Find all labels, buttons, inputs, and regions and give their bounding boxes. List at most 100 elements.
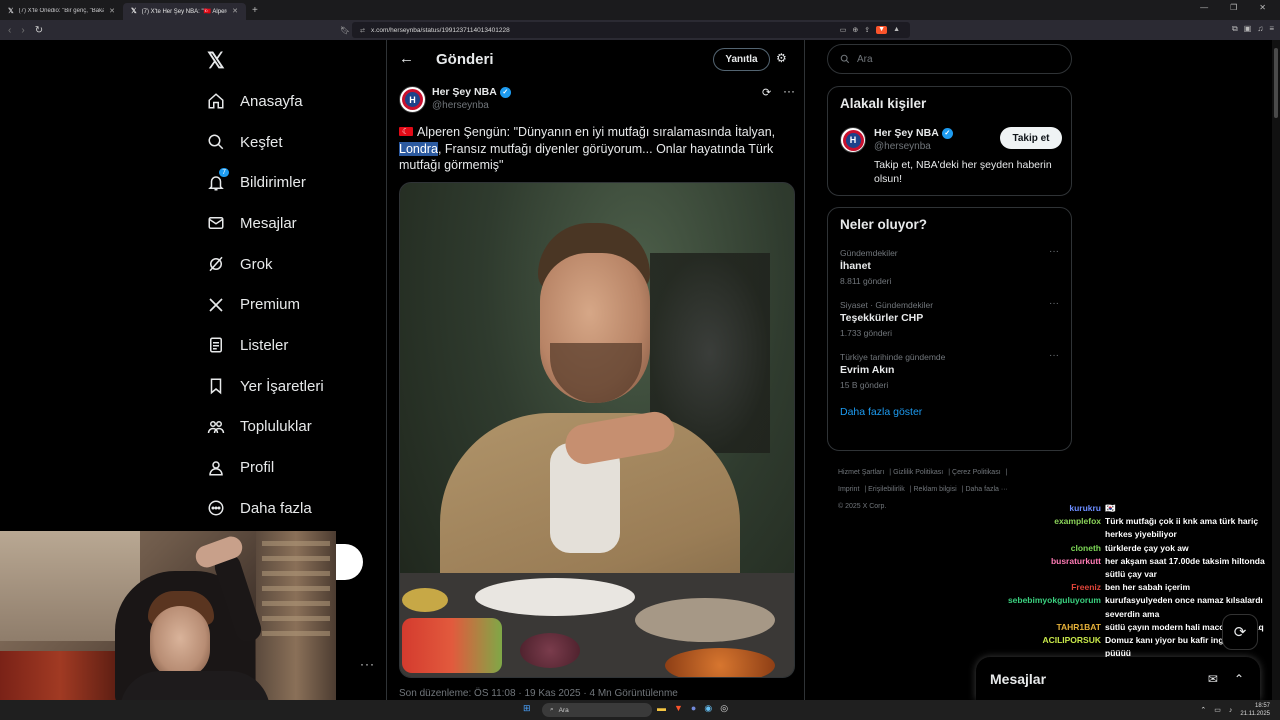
reply-button[interactable]: Yanıtla — [713, 48, 770, 71]
wallet-icon[interactable]: ▣ — [1244, 24, 1252, 34]
avatar[interactable]: H — [399, 86, 426, 113]
sidebar-item-communities[interactable]: Topluluklar — [206, 407, 324, 448]
x-favicon-icon: 𝕏 — [8, 8, 14, 15]
taskbar-search[interactable]: ⌕ Ara — [542, 703, 652, 717]
url-text: x.com/herseynba/status/19912371140134012… — [371, 26, 510, 34]
author-name[interactable]: Her Şey NBA — [432, 86, 497, 98]
show-more-link[interactable]: Daha fazla göster — [840, 406, 1059, 418]
sliders-icon[interactable]: ⚙︎ — [776, 51, 787, 65]
grok-explain-icon[interactable]: ⟳ — [762, 86, 771, 99]
post-text-part: , Fransız mutfağı diyenler görüyorum... … — [399, 141, 774, 173]
footer-link[interactable]: Reklam bilgisi — [914, 486, 957, 493]
more-circle-icon — [206, 498, 226, 518]
sidebar-item-profile[interactable]: Profil — [206, 447, 324, 488]
restore-icon[interactable]: ❐ — [1230, 3, 1237, 12]
brave-browser-icon[interactable]: ▼ — [674, 703, 683, 714]
steam-icon[interactable]: ◉ — [704, 703, 712, 714]
author-handle[interactable]: @herseynba — [432, 100, 511, 111]
system-clock[interactable]: 18:57 21.11.2025 — [1240, 702, 1270, 718]
address-bar[interactable]: 🔖︎ ⇄ x.com/herseynba/status/199123711401… — [340, 22, 910, 38]
sidebar-item-home[interactable]: Anasayfa — [206, 81, 324, 122]
footer-link[interactable]: Hizmet Şartları — [838, 469, 884, 476]
new-message-icon[interactable]: ✉︎ — [1208, 672, 1218, 686]
related-person[interactable]: H Her Şey NBA ✓ @herseynba Takip et, NBA'… — [840, 127, 1062, 186]
reload-icon[interactable]: ↻ — [35, 25, 43, 36]
music-icon[interactable]: ♫ — [1257, 24, 1263, 34]
trend-count: 1.733 gönderi — [840, 328, 892, 338]
trend-context: Türkiye tarihinde gündemde — [840, 352, 946, 362]
chat-username: examplefox — [1054, 516, 1101, 527]
sidebar-item-messages[interactable]: Mesajlar — [206, 203, 324, 244]
sidebar-item-bookmarks[interactable]: Yer İşaretleri — [206, 366, 324, 407]
trend-name: İhanet — [840, 260, 871, 272]
browser-tab-onedio[interactable]: 𝕏 (7) X'te Onedio: "Bir genç, "Bakalım n… — [0, 3, 123, 20]
sidebar-item-label: Bildirimler — [240, 174, 306, 192]
clock-time: 18:57 — [1254, 703, 1270, 709]
footer-link[interactable]: Daha fazla ··· — [965, 486, 1007, 493]
trend-more-icon[interactable]: ··· — [1049, 350, 1059, 361]
windows-start-icon[interactable]: ⊞ — [523, 703, 531, 714]
footer-link[interactable]: Çerez Politikası — [952, 469, 1001, 476]
close-tab-icon[interactable]: ✕ — [109, 7, 115, 15]
browser-tab-herseynba[interactable]: 𝕏 (7) X'te Her Şey NBA: "🇹🇷 Alperen ✕ — [123, 2, 246, 20]
avatar[interactable]: H — [840, 127, 866, 153]
screen-icon[interactable]: ▭ — [840, 26, 847, 34]
chat-text: ben her sabah içerim — [1105, 582, 1191, 593]
brave-shield-icon[interactable]: ▼ — [876, 26, 888, 34]
network-icon[interactable]: ▭ — [1214, 706, 1221, 714]
obs-icon[interactable]: ◎ — [720, 703, 728, 714]
forward-nav-icon[interactable]: › — [21, 25, 24, 36]
trend-item[interactable]: Gündemdekiler İhanet 8.811 gönderi ··· — [840, 246, 1059, 286]
footer-link[interactable]: Erişilebilirlik — [868, 486, 905, 493]
x-logo-icon[interactable]: 𝕏 — [207, 48, 225, 74]
new-tab-button[interactable]: + — [252, 5, 258, 16]
sidebar-item-more[interactable]: Daha fazla — [206, 488, 324, 529]
account-more-icon[interactable]: ··· — [360, 657, 375, 671]
trend-item[interactable]: Siyaset · Gündemdekiler Teşekkürler CHP … — [840, 298, 1059, 338]
trend-more-icon[interactable]: ··· — [1049, 246, 1059, 257]
sidebar-item-lists[interactable]: Listeler — [206, 325, 324, 366]
zoom-icon[interactable]: ⊕ — [852, 26, 858, 34]
tray-chevron-icon[interactable]: ⌃ — [1200, 706, 1206, 714]
windows-taskbar: ⊞ ⌕ Ara ▬ ▼ ● ◉ ◎ ⌃ ▭ ♪ 18:57 21.11.2025 — [0, 700, 1280, 720]
chat-message: cloneth türklerde çay yok aw — [980, 542, 1280, 555]
trend-item[interactable]: Türkiye tarihinde gündemde Evrim Akın 15… — [840, 350, 1059, 390]
sidebar-item-notifications[interactable]: 7 Bildirimler — [206, 162, 324, 203]
discord-icon[interactable]: ● — [691, 703, 696, 714]
card-title: Alakalı kişiler — [840, 96, 927, 111]
menu-icon[interactable]: ≡ — [1269, 24, 1274, 34]
sidebar-item-premium[interactable]: Premium — [206, 284, 324, 325]
back-arrow-icon[interactable]: ← — [399, 50, 414, 67]
minimize-icon[interactable]: — — [1200, 3, 1208, 12]
footer-link[interactable]: Gizlilik Politikası — [893, 469, 943, 476]
close-window-icon[interactable]: ✕ — [1259, 3, 1266, 12]
file-explorer-icon[interactable]: ▬ — [657, 703, 666, 714]
close-tab-icon[interactable]: ✕ — [232, 7, 238, 15]
site-info-icon[interactable]: ⇄ — [360, 27, 365, 34]
follow-button[interactable]: Takip et — [1000, 127, 1062, 149]
post-button-partial[interactable] — [336, 544, 363, 580]
post-author[interactable]: H Her Şey NBA ✓ @herseynba — [399, 86, 511, 113]
rewards-icon[interactable]: ▲ — [893, 26, 900, 34]
person-name[interactable]: Her Şey NBA — [874, 127, 939, 139]
post-more-icon[interactable]: ··· — [783, 84, 795, 98]
page-scrollbar[interactable] — [1272, 40, 1280, 700]
footer-link[interactable]: Imprint — [838, 486, 859, 493]
grok-fab-icon[interactable]: ⟳ — [1222, 614, 1258, 650]
list-icon — [206, 335, 226, 355]
trend-more-icon[interactable]: ··· — [1049, 298, 1059, 309]
extensions-icon[interactable]: ⧉ — [1232, 24, 1238, 34]
home-icon — [206, 91, 226, 111]
expand-drawer-icon[interactable]: ⌃ — [1234, 672, 1244, 686]
volume-icon[interactable]: ♪ — [1229, 707, 1233, 714]
sidebar-item-label: Anasayfa — [240, 92, 303, 110]
sidebar-item-grok[interactable]: Grok — [206, 244, 324, 285]
messages-drawer[interactable]: Mesajlar ✉︎ ⌃ — [976, 657, 1260, 700]
post-photo[interactable] — [399, 182, 795, 678]
back-nav-icon[interactable]: ‹ — [8, 25, 11, 36]
clock-date: 21.11.2025 — [1240, 711, 1270, 717]
sidebar-item-explore[interactable]: Keşfet — [206, 122, 324, 163]
bookmark-page-icon[interactable]: 🔖︎ — [340, 26, 350, 35]
share-icon[interactable]: ⇪ — [864, 26, 870, 34]
search-input[interactable]: Ara — [827, 44, 1072, 74]
